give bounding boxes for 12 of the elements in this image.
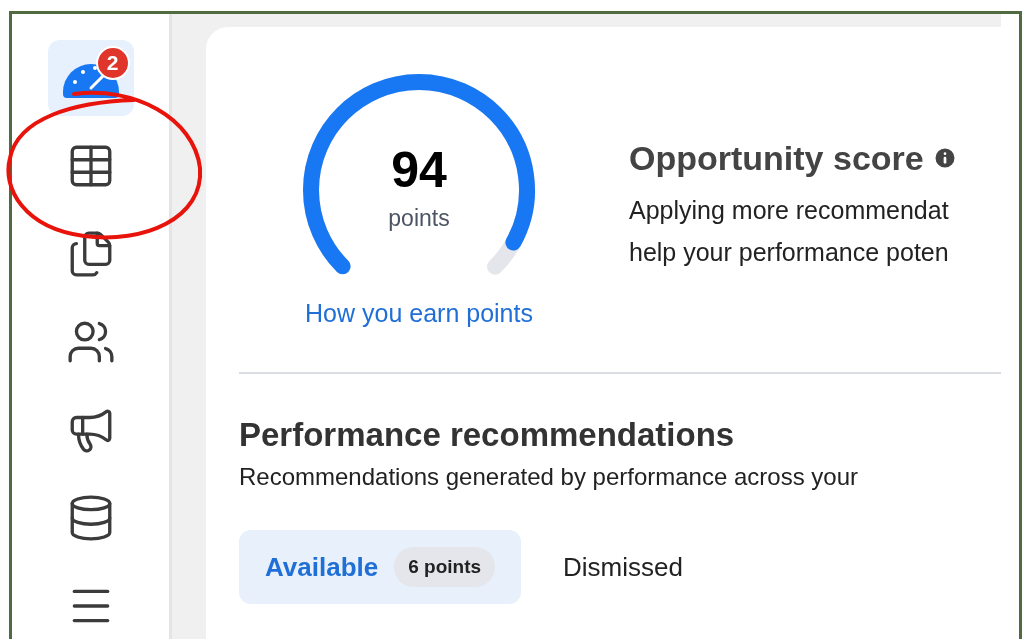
recommendations-title: Performance recommendations [239,418,736,451]
opportunity-score-title: Opportunity score [629,141,924,175]
filter-tab[interactable]: Dismissed [537,530,709,604]
points-badge: 6 points [394,546,496,588]
notification-badge: 2 [95,46,130,80]
score-unit: points [387,207,451,230]
opportunity-score-description: Applying more recommendat help your performance poten [629,195,950,268]
filter-tab[interactable]: Available 6 points [239,530,522,604]
how-you-earn-points-link[interactable]: How you earn points [274,301,564,326]
sidebar-item[interactable]: 2 [47,40,134,116]
recommendations-subtitle: Recommendations generated by performance across your [239,465,859,489]
score-value: 94 [390,145,448,195]
